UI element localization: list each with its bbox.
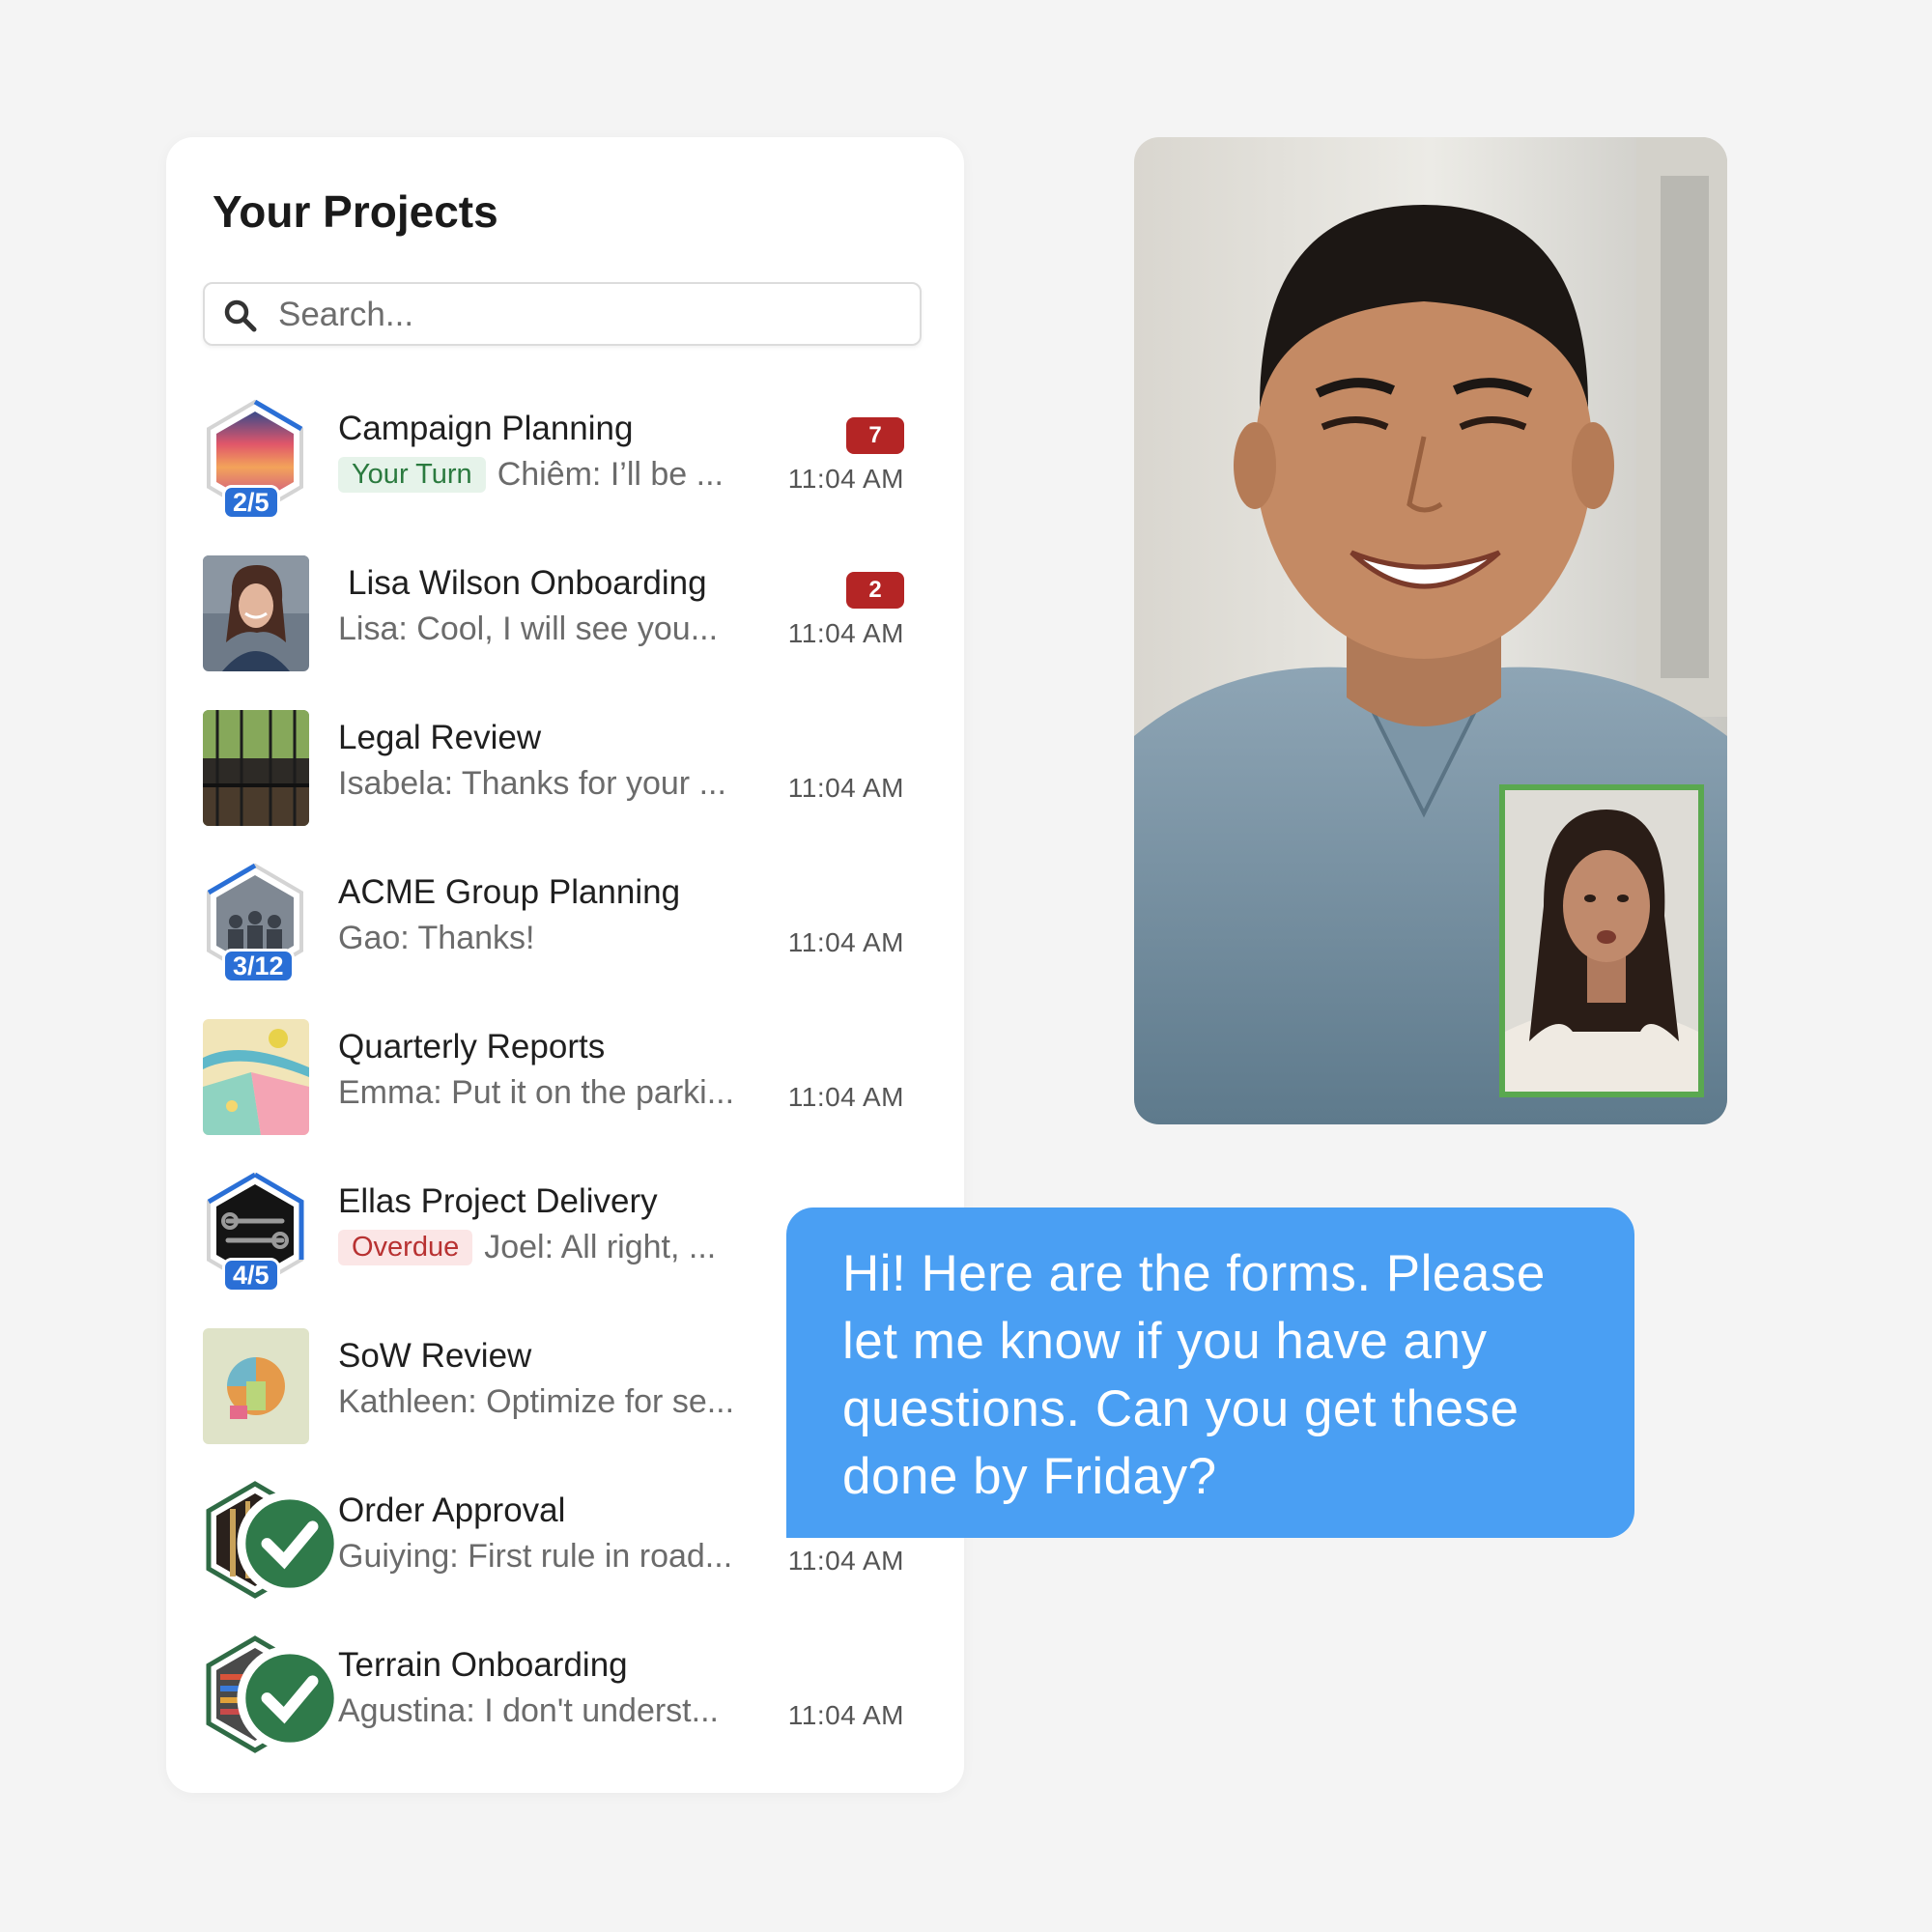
project-title: Ellas Project Delivery [338, 1182, 658, 1220]
progress-badge: 3/12 [222, 949, 295, 983]
project-avatar: 2/5 [201, 398, 309, 520]
unread-count-badge: 2 [846, 572, 904, 609]
project-preview: Gao: Thanks! [338, 920, 792, 957]
search-icon [224, 299, 257, 332]
progress-badge: 2/5 [222, 485, 280, 520]
project-avatar: 3/12 [201, 862, 309, 983]
project-title: Lisa Wilson Onboarding [348, 564, 707, 602]
project-preview: Your Turn Chiêm: I’ll be ... [338, 456, 792, 494]
contact-avatar [203, 555, 309, 671]
project-thumbnail [203, 1019, 309, 1135]
timestamp: 11:04 AM [787, 773, 904, 803]
local-participant-video [1505, 790, 1698, 1092]
list-item-campaign-planning[interactable]: 2/5 Campaign Planning Your Turn Chiêm: I… [166, 398, 964, 553]
project-preview: Emma: Put it on the parki... [338, 1074, 792, 1112]
project-preview: Overdue Joel: All right, ... [338, 1229, 792, 1266]
preview-text: Lisa: Cool, I will see you... [338, 611, 719, 647]
preview-text: Guiying: First rule in road... [338, 1538, 733, 1575]
preview-text: Gao: Thanks! [338, 920, 535, 956]
project-avatar [201, 1480, 343, 1600]
project-preview: Kathleen: Optimize for se... [338, 1383, 792, 1421]
chat-message-text: Hi! Here are the forms. Please let me kn… [842, 1245, 1546, 1505]
overdue-tag: Overdue [338, 1230, 473, 1265]
check-icon [237, 1491, 343, 1597]
list-item-legal-review[interactable]: Legal Review Isabela: Thanks for your ..… [166, 707, 964, 862]
project-list: 2/5 Campaign Planning Your Turn Chiêm: I… [166, 398, 964, 1789]
project-title: ACME Group Planning [338, 873, 681, 911]
preview-text: Agustina: I don't underst... [338, 1692, 719, 1729]
list-item-lisa-wilson-onboarding[interactable]: Lisa Wilson Onboarding Lisa: Cool, I wil… [166, 553, 964, 707]
list-item-terrain-onboarding[interactable]: Terrain Onboarding Agustina: I don't und… [166, 1634, 964, 1789]
progress-badge: 4/5 [222, 1258, 280, 1293]
self-view-video[interactable] [1499, 784, 1704, 1097]
project-title: Campaign Planning [338, 410, 634, 447]
list-item-acme-group-planning[interactable]: 3/12 ACME Group Planning Gao: Thanks! 11… [166, 862, 964, 1016]
project-preview: Agustina: I don't underst... [338, 1692, 792, 1730]
timestamp: 11:04 AM [787, 1082, 904, 1112]
project-title: SoW Review [338, 1337, 532, 1375]
project-title: Terrain Onboarding [338, 1646, 628, 1684]
preview-text: Chiêm: I’ll be ... [497, 456, 724, 493]
unread-count-badge: 7 [846, 417, 904, 454]
timestamp: 11:04 AM [787, 1546, 904, 1576]
project-preview: Lisa: Cool, I will see you... [338, 611, 792, 648]
project-title: Quarterly Reports [338, 1028, 606, 1065]
project-avatar [201, 1634, 343, 1754]
chat-message-bubble: Hi! Here are the forms. Please let me kn… [786, 1208, 1634, 1538]
timestamp: 11:04 AM [787, 464, 904, 494]
your-turn-tag: Your Turn [338, 457, 486, 493]
project-title: Legal Review [338, 719, 542, 756]
projects-panel: Your Projects Search... 2/5 Campaign Pla… [166, 137, 964, 1793]
project-thumbnail [203, 710, 309, 826]
check-icon [237, 1645, 343, 1751]
timestamp: 11:04 AM [787, 927, 904, 957]
project-title: Order Approval [338, 1492, 566, 1529]
project-preview: Isabela: Thanks for your ... [338, 765, 792, 803]
project-preview: Guiying: First rule in road... [338, 1538, 792, 1576]
timestamp: 11:04 AM [787, 1700, 904, 1730]
search-input[interactable] [276, 292, 898, 338]
project-thumbnail [203, 1328, 309, 1444]
preview-text: Joel: All right, ... [484, 1229, 717, 1265]
list-item-quarterly-reports[interactable]: Quarterly Reports Emma: Put it on the pa… [166, 1016, 964, 1171]
timestamp: 11:04 AM [787, 618, 904, 648]
panel-title: Your Projects [213, 186, 498, 237]
project-avatar: 4/5 [201, 1171, 309, 1293]
preview-text: Kathleen: Optimize for se... [338, 1383, 735, 1420]
search-box[interactable] [203, 282, 922, 346]
preview-text: Emma: Put it on the parki... [338, 1074, 735, 1111]
preview-text: Isabela: Thanks for your ... [338, 765, 726, 802]
